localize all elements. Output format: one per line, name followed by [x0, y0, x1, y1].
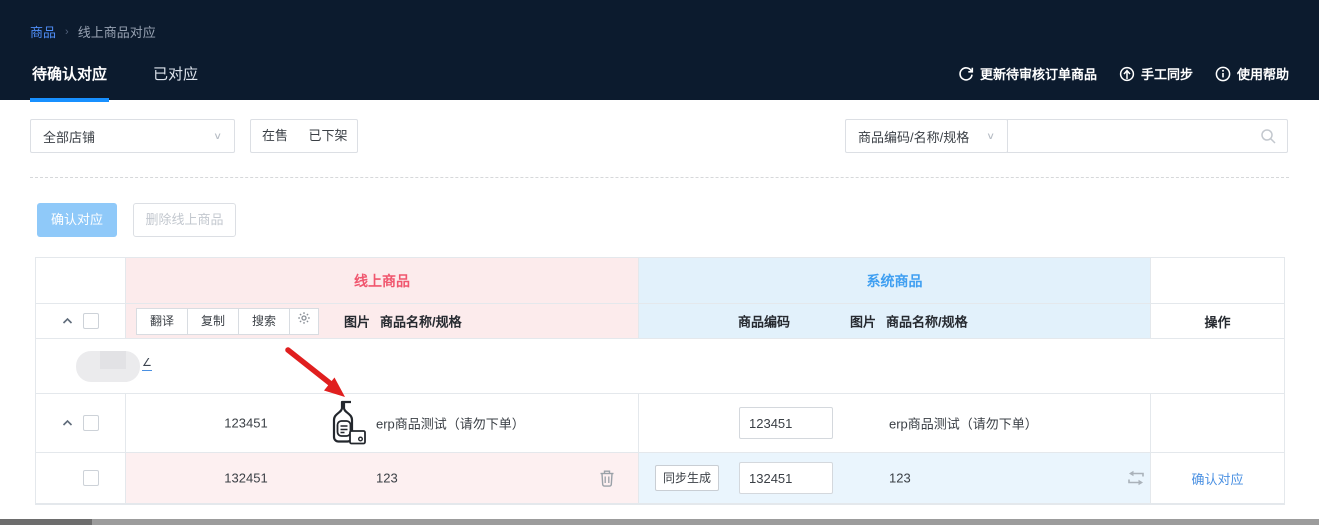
- ops-column-header: 操作: [1151, 304, 1284, 338]
- redacted-shop-name: [76, 351, 140, 382]
- search-products-button[interactable]: 搜索: [238, 308, 290, 335]
- search-type-value: 商品编码/名称/规格: [858, 127, 969, 146]
- online-product-cell: 123451 erp商品测试（请勿下单）: [126, 394, 639, 452]
- swap-arrows-icon[interactable]: [1125, 469, 1147, 488]
- upload-sync-icon: [1119, 66, 1135, 82]
- search-box: [1007, 119, 1288, 153]
- system-product-name: 123: [889, 471, 911, 486]
- confirm-mapping-link[interactable]: 确认对应: [1191, 469, 1243, 488]
- on-sale-filter-button[interactable]: 在售: [250, 119, 300, 153]
- shop-select-value: 全部店铺: [43, 127, 95, 146]
- shop-select[interactable]: 全部店铺 ∨: [30, 119, 235, 153]
- refresh-icon: [958, 66, 974, 82]
- online-columns-header: 翻译 复制 搜索 图片 商品名称/规格: [126, 304, 639, 338]
- shop-link-icon[interactable]: ∠: [142, 357, 152, 371]
- search-icon[interactable]: [1260, 128, 1277, 148]
- app-header: 商品 › 线上商品对应 待确认对应 已对应 更新待审核订单商品 手工同步 使用帮…: [0, 0, 1319, 100]
- system-group-title: 系统商品: [639, 258, 1150, 303]
- system-product-name: erp商品测试（请勿下单）: [889, 414, 1038, 433]
- online-name-column-label: 商品名称/规格: [380, 312, 462, 331]
- chevron-down-icon: ∨: [986, 130, 995, 141]
- table-row: 123451 erp商品测试（请勿下单） erp商品测试（请勿下单）: [36, 394, 1284, 453]
- search-input[interactable]: [1008, 120, 1287, 152]
- sync-generate-button[interactable]: 同步生成: [655, 465, 719, 491]
- update-pending-orders-button[interactable]: 更新待审核订单商品: [958, 64, 1097, 83]
- row-ops-cell: [1151, 394, 1284, 452]
- table-column-header-row: 翻译 复制 搜索 图片 商品名称/规格 商品编码 图片 商品名称/规格: [36, 304, 1284, 339]
- online-product-name: 123: [376, 471, 398, 486]
- copy-button[interactable]: 复制: [187, 308, 239, 335]
- system-product-cell: 同步生成 123: [639, 453, 1151, 503]
- tab-pending-confirm[interactable]: 待确认对应: [30, 61, 109, 102]
- off-shelf-filter-button[interactable]: 已下架: [299, 119, 358, 153]
- collapse-row-caret-icon[interactable]: [62, 419, 73, 427]
- settings-button[interactable]: [289, 308, 319, 335]
- system-product-cell: erp商品测试（请勿下单）: [639, 394, 1151, 452]
- row-select-cell: [36, 453, 126, 503]
- tab-bar: 待确认对应 已对应: [30, 61, 200, 102]
- online-product-group-header: 线上商品: [126, 258, 639, 303]
- system-column-labels: 图片 商品名称/规格: [850, 312, 968, 331]
- bulk-confirm-mapping-button[interactable]: 确认对应: [37, 203, 117, 237]
- mapping-table: 线上商品 系统商品 翻译 复制 搜索: [35, 257, 1285, 505]
- window-bottom-edge-dark: [0, 519, 92, 525]
- select-all-cell: [36, 304, 126, 338]
- breadcrumb: 商品 › 线上商品对应: [30, 22, 156, 41]
- online-product-name: erp商品测试（请勿下单）: [376, 414, 525, 433]
- row-ops-cell: 确认对应: [1151, 453, 1284, 503]
- system-image-column-label: 图片: [850, 312, 876, 331]
- select-all-checkbox[interactable]: [83, 313, 99, 329]
- online-column-labels: 图片 商品名称/规格: [344, 312, 462, 331]
- online-group-title: 线上商品: [126, 258, 638, 303]
- divider: [30, 177, 1289, 178]
- search-type-select[interactable]: 商品编码/名称/规格 ∨: [845, 119, 1008, 153]
- system-columns-header: 商品编码 图片 商品名称/规格: [639, 304, 1151, 338]
- help-button[interactable]: 使用帮助: [1215, 64, 1289, 83]
- tab-mapped[interactable]: 已对应: [151, 61, 200, 102]
- online-toolbar: 翻译 复制 搜索: [136, 308, 319, 335]
- select-column-header: [36, 258, 126, 303]
- manual-sync-button[interactable]: 手工同步: [1119, 64, 1193, 83]
- row-select-cell: [36, 394, 126, 452]
- online-product-code: 123451: [201, 416, 291, 431]
- chevron-down-icon: ∨: [213, 130, 222, 141]
- ops-column-label: 操作: [1151, 304, 1284, 338]
- collapse-all-caret-icon[interactable]: [62, 317, 73, 325]
- row-checkbox[interactable]: [83, 470, 99, 486]
- row-checkbox[interactable]: [83, 415, 99, 431]
- online-image-column-label: 图片: [344, 312, 370, 331]
- shop-group-row: ∠: [36, 339, 1284, 394]
- header-actions: 更新待审核订单商品 手工同步 使用帮助: [958, 64, 1289, 83]
- info-icon: [1215, 66, 1231, 82]
- bulk-delete-online-product-button[interactable]: 删除线上商品: [133, 203, 236, 237]
- ops-group-header: [1151, 258, 1284, 303]
- online-product-mapping-page: 商品 › 线上商品对应 待确认对应 已对应 更新待审核订单商品 手工同步 使用帮…: [0, 0, 1319, 526]
- system-product-group-header: 系统商品: [639, 258, 1151, 303]
- system-code-column-label: 商品编码: [714, 312, 814, 331]
- online-product-code: 132451: [201, 471, 291, 486]
- product-bottle-image-icon[interactable]: [329, 399, 367, 447]
- delete-trash-icon[interactable]: [599, 469, 615, 487]
- window-bottom-edge: [0, 519, 1319, 525]
- system-code-input[interactable]: [739, 462, 833, 494]
- table-row: 132451 123 同步生成 123 确认对应: [36, 453, 1284, 504]
- system-code-input[interactable]: [739, 407, 833, 439]
- breadcrumb-section-link[interactable]: 商品: [30, 22, 56, 41]
- table-group-header-row: 线上商品 系统商品: [36, 258, 1284, 304]
- online-product-cell: 132451 123: [126, 453, 639, 503]
- breadcrumb-separator: ›: [65, 26, 69, 38]
- gear-icon: [297, 309, 311, 334]
- system-name-column-label: 商品名称/规格: [886, 312, 968, 331]
- translate-button[interactable]: 翻译: [136, 308, 188, 335]
- breadcrumb-current-page: 线上商品对应: [78, 22, 156, 41]
